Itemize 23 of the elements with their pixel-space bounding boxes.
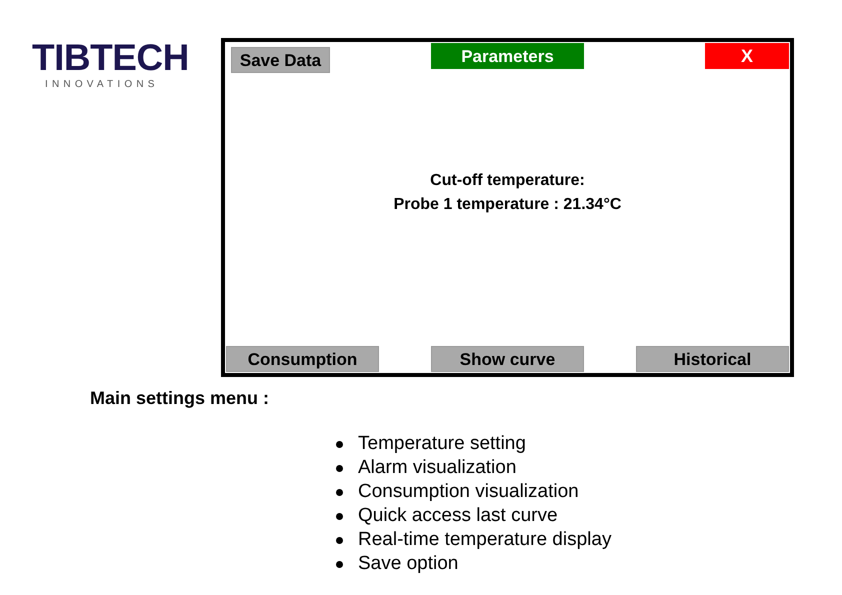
menu-button[interactable]: Show curve [431, 346, 584, 372]
bullet-icon [336, 536, 343, 544]
bullet-icon [336, 464, 343, 472]
feature-item: Quick access last curve [358, 504, 558, 528]
bullet-icon [336, 488, 343, 496]
feature-item: Real-time temperature display [358, 528, 612, 552]
logo-tagline: INNOVATIONS [45, 79, 159, 91]
title-bar[interactable]: Parameters [431, 43, 584, 69]
status-text: Probe 1 temperature : 21.34°C [394, 194, 622, 214]
bullet-icon [336, 560, 343, 568]
logo-wordmark: TIBTECH [32, 38, 189, 78]
menu-button[interactable]: Consumption [226, 346, 379, 372]
bullet-icon [336, 512, 343, 520]
close-button[interactable]: X [705, 43, 789, 69]
feature-item: Temperature setting [358, 432, 526, 456]
menu-button[interactable]: Historical [636, 346, 789, 372]
feature-item: Alarm visualization [358, 456, 516, 480]
bullet-icon [336, 440, 343, 448]
feature-item: Consumption visualization [358, 480, 579, 504]
status-text: Cut-off temperature: [430, 170, 585, 190]
feature-item: Save option [358, 552, 458, 576]
save-button[interactable]: Save Data [231, 47, 330, 73]
section-heading: Main settings menu : [90, 387, 270, 410]
